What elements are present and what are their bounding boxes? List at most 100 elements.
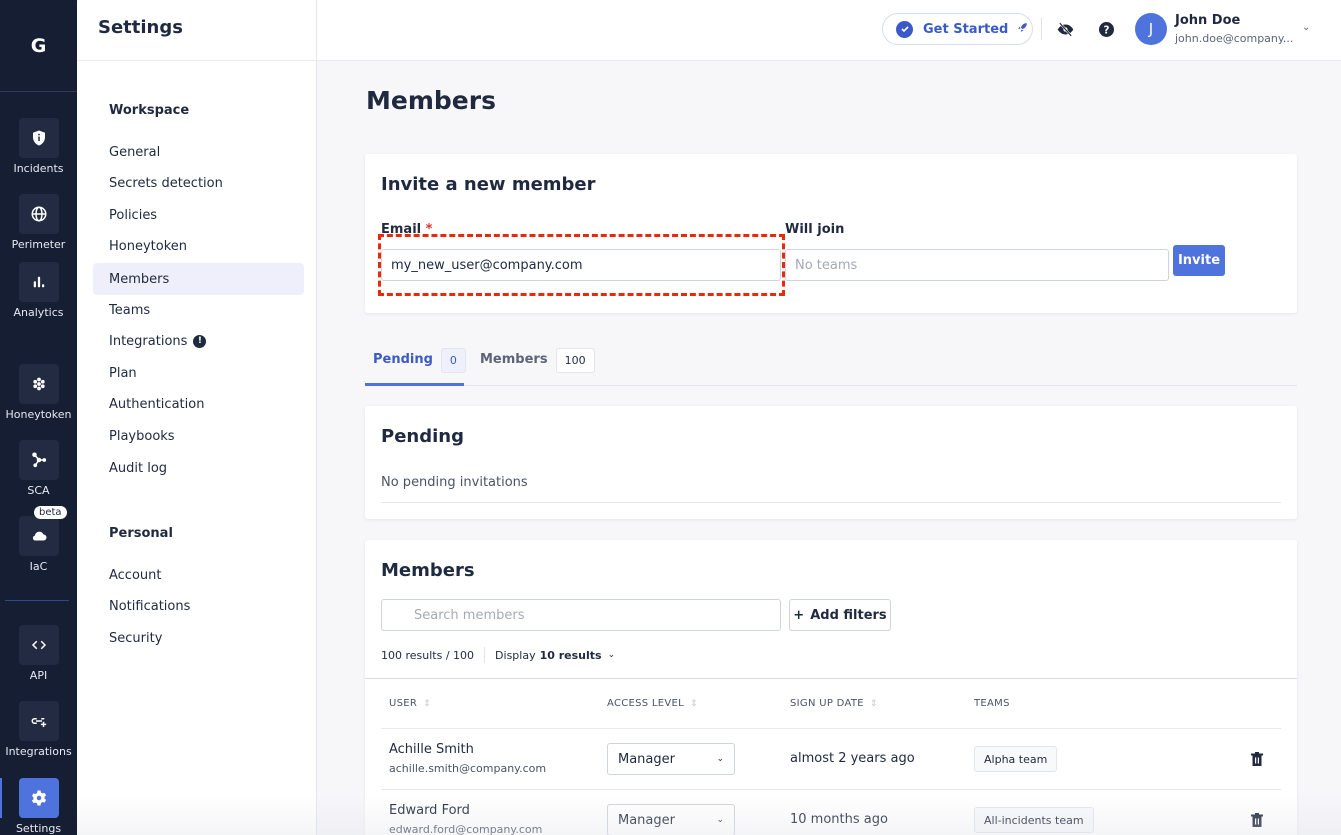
check-circle-icon	[896, 20, 913, 38]
sidebar-item-general[interactable]: General	[93, 136, 304, 168]
column-header-access-level[interactable]: ACCESS LEVEL ⇕	[607, 698, 698, 709]
alert-icon: !	[193, 334, 207, 348]
app-logo[interactable]: G	[0, 0, 77, 92]
hide-eye-icon[interactable]	[1055, 19, 1075, 39]
sort-icon: ⇕	[690, 698, 698, 709]
tab-count: 100	[555, 348, 595, 373]
member-email: edward.ford@company.com	[389, 823, 543, 835]
rail-label: API	[29, 669, 48, 682]
column-header-teams: TEAMS	[974, 698, 1010, 709]
sidebar-item-members[interactable]: Members	[93, 263, 304, 295]
access-level-select[interactable]: Manager ⌄	[607, 804, 735, 835]
rail-label: Incidents	[13, 162, 64, 175]
sort-icon: ⇕	[869, 698, 878, 709]
sidebar-item-teams[interactable]: Teams	[93, 294, 304, 326]
chevron-down-icon[interactable]: ⌄	[1302, 22, 1310, 33]
search-container	[381, 599, 781, 631]
will-join-label: Will join	[785, 222, 845, 237]
trash-icon[interactable]	[1251, 813, 1263, 827]
divider	[381, 502, 1281, 503]
pending-title: Pending	[381, 426, 464, 447]
rail-item-perimeter[interactable]: Perimeter	[0, 194, 77, 251]
results-count: 100 results	[381, 648, 443, 662]
member-name: Achille Smith	[389, 742, 474, 757]
empty-state-text: No pending invitations	[381, 475, 528, 490]
tab-label: Members	[480, 352, 548, 367]
svg-text:?: ?	[1103, 24, 1109, 36]
add-filters-button[interactable]: + Add filters	[789, 599, 891, 631]
display-select[interactable]: 10 results	[540, 649, 602, 662]
app-rail: G Incidents Perimeter Analytics Honeytok…	[0, 0, 77, 835]
team-chip: All-incidents team	[974, 807, 1094, 833]
code-icon	[31, 640, 46, 650]
member-email: achille.smith@company.com	[389, 762, 547, 775]
chevron-down-icon: ⌄	[716, 754, 724, 764]
sidebar-item-authentication[interactable]: Authentication	[93, 388, 304, 420]
invite-title: Invite a new member	[381, 174, 596, 195]
sidebar-item-policies[interactable]: Policies	[93, 199, 304, 231]
email-label-text: Email	[381, 222, 422, 237]
rail-label: Analytics	[13, 306, 64, 319]
sidebar-item-security[interactable]: Security	[93, 622, 304, 654]
rocket-icon	[1016, 21, 1029, 37]
display-label: Display	[495, 648, 536, 662]
search-input[interactable]	[381, 599, 781, 631]
gear-icon	[31, 790, 46, 806]
column-header-sign-up-date[interactable]: SIGN UP DATE ⇕	[790, 698, 878, 709]
chevron-down-icon: ⌄	[716, 815, 724, 825]
plus-icon: +	[793, 607, 805, 623]
rail-item-honeytoken[interactable]: Honeytoken	[0, 364, 77, 421]
column-label: USER	[389, 698, 418, 709]
top-bar: Get Started ? J John Doe john.doe@compan…	[317, 0, 1341, 61]
sidebar-item-playbooks[interactable]: Playbooks	[93, 420, 304, 452]
cloud-icon	[32, 531, 46, 541]
email-field[interactable]	[381, 249, 781, 281]
avatar[interactable]: J	[1135, 13, 1167, 45]
chevron-down-icon[interactable]: ⌄	[608, 650, 616, 660]
member-name: Edward Ford	[389, 803, 470, 818]
sidebar-item-secrets-detection[interactable]: Secrets detection	[93, 167, 304, 199]
column-header-user[interactable]: USER ⇕	[389, 698, 431, 709]
rail-item-analytics[interactable]: Analytics	[0, 262, 77, 319]
sort-icon: ⇕	[423, 698, 431, 709]
access-level-value: Manager	[618, 751, 675, 767]
rail-item-api[interactable]: API	[0, 625, 77, 682]
tab-members[interactable]: Members 100	[480, 348, 595, 386]
rail-item-sca[interactable]: SCA	[0, 440, 77, 497]
rail-item-settings[interactable]: Settings	[0, 778, 77, 835]
tab-pending[interactable]: Pending 0	[365, 348, 466, 386]
sidebar-item-honeytoken[interactable]: Honeytoken	[93, 230, 304, 262]
column-label: ACCESS LEVEL	[607, 698, 685, 709]
access-level-select[interactable]: Manager ⌄	[607, 743, 735, 775]
teams-field[interactable]	[785, 249, 1169, 281]
get-started-button[interactable]: Get Started	[882, 13, 1033, 45]
add-filters-label: Add filters	[810, 607, 887, 623]
results-divider	[484, 647, 486, 663]
column-label: SIGN UP DATE	[790, 698, 864, 709]
get-started-label: Get Started	[923, 21, 1009, 37]
sidebar-item-integrations[interactable]: Integrations !	[93, 325, 304, 357]
rail-divider	[5, 600, 69, 601]
invite-button[interactable]: Invite	[1173, 245, 1225, 276]
trash-icon[interactable]	[1251, 752, 1263, 766]
email-label: Email *	[381, 222, 432, 237]
toolbar-divider	[1041, 18, 1042, 40]
members-tabs: Pending 0 Members 100	[365, 348, 1297, 386]
tab-count: 0	[440, 348, 466, 373]
sidebar-item-account[interactable]: Account	[93, 559, 304, 591]
access-level-value: Manager	[618, 812, 675, 828]
rail-label: IaC	[29, 560, 48, 573]
rail-item-incidents[interactable]: Incidents	[0, 118, 77, 175]
signup-date: almost 2 years ago	[790, 751, 915, 766]
invite-card: Invite a new member Email * Will join	[365, 154, 1297, 313]
sidebar-item-plan[interactable]: Plan	[93, 357, 304, 389]
table-top-border	[365, 678, 1297, 679]
rail-item-integrations[interactable]: Integrations	[0, 701, 77, 758]
rail-label: Settings	[15, 822, 62, 835]
sidebar-item-audit-log[interactable]: Audit log	[93, 452, 304, 484]
members-card: Members + Add filters 100 results / 100 …	[365, 540, 1297, 835]
sidebar-item-notifications[interactable]: Notifications	[93, 590, 304, 622]
user-name: John Doe	[1175, 13, 1241, 28]
rail-item-iac[interactable]: beta IaC	[0, 506, 77, 573]
help-icon[interactable]: ?	[1096, 19, 1116, 39]
